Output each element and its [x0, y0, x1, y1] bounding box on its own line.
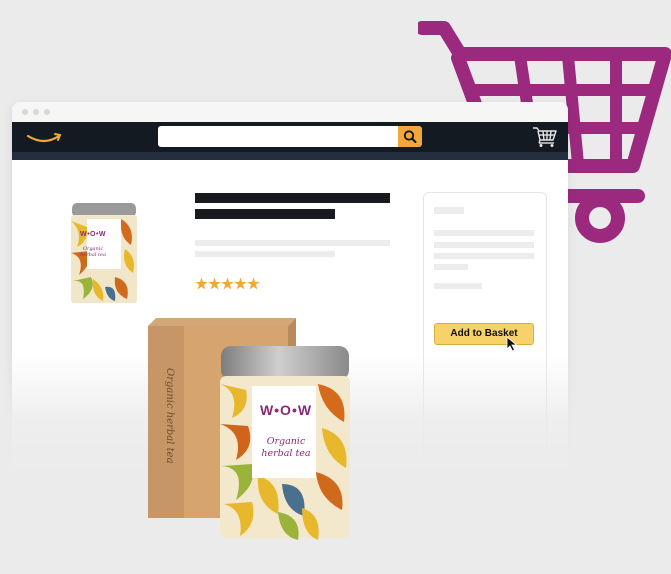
shopping-cart-icon[interactable]: [532, 126, 558, 148]
price-placeholder: [434, 207, 464, 214]
search-button[interactable]: [398, 126, 422, 147]
tin-brand-label: W•O•W: [259, 402, 313, 418]
star-rating: [195, 277, 260, 290]
star-icon: [234, 277, 247, 290]
product-title-placeholder: [195, 193, 390, 203]
star-icon: [195, 277, 208, 290]
product-text-placeholder: [195, 240, 390, 246]
product-title-placeholder: [195, 209, 335, 219]
mouse-pointer-icon: [506, 336, 518, 352]
buybox-text-placeholder: [434, 242, 534, 248]
star-icon: [208, 277, 221, 290]
buybox-text-placeholder: [434, 283, 482, 289]
box-label-text: Organic herbal tea: [164, 368, 175, 464]
smile-arrow-logo-icon[interactable]: [26, 130, 62, 146]
buybox-text-placeholder: [434, 264, 468, 270]
search-input[interactable]: [158, 126, 398, 147]
thumbnail-description-label: Organic herbal tea: [80, 246, 106, 258]
secondary-navigation-bar: [12, 152, 568, 160]
add-to-basket-button[interactable]: Add to Basket: [434, 323, 534, 345]
window-dot-icon[interactable]: [22, 109, 28, 115]
star-icon: [221, 277, 234, 290]
window-dot-icon[interactable]: [33, 109, 39, 115]
window-dot-icon[interactable]: [44, 109, 50, 115]
star-icon: [247, 277, 260, 290]
buybox-text-placeholder: [434, 253, 534, 259]
search-icon: [403, 130, 417, 143]
browser-titlebar: [12, 102, 568, 122]
tin-description-label: Organic herbal tea: [261, 436, 311, 459]
thumbnail-brand-label: W•O•W: [79, 231, 107, 238]
product-text-placeholder: [195, 251, 335, 257]
buybox-text-placeholder: [434, 230, 534, 236]
top-navigation-bar: [12, 122, 568, 152]
